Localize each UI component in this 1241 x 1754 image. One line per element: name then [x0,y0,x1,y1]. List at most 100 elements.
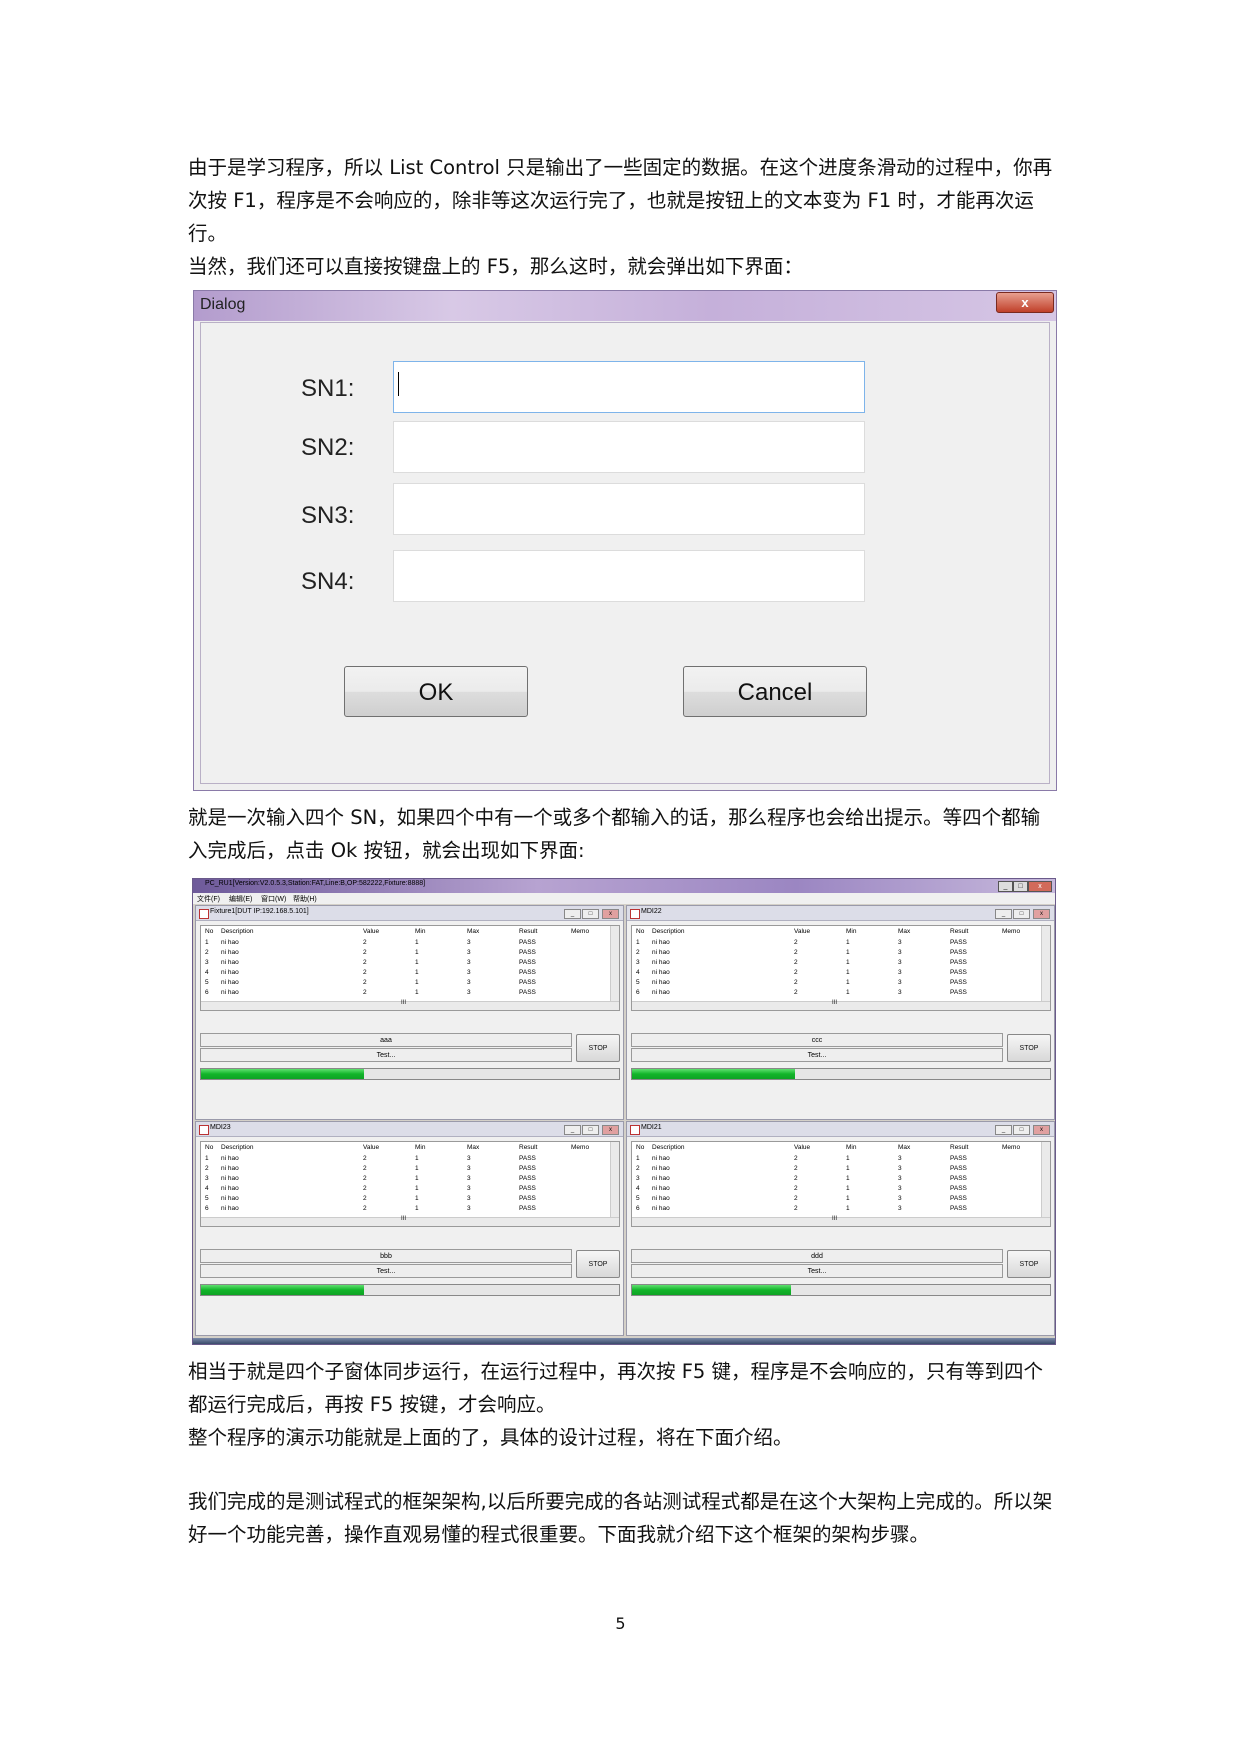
table-row[interactable]: 3 ni hao 2 1 3 PASS [632,1174,1050,1184]
table-row[interactable]: 3 ni hao 2 1 3 PASS [201,1174,619,1184]
menu-window[interactable]: 窗口(W) [261,894,286,904]
vertical-scrollbar[interactable] [610,926,619,1002]
column-header[interactable]: Result [950,927,968,937]
column-header[interactable]: Memo [1002,1143,1020,1153]
table-row[interactable]: 5 ni hao 2 1 3 PASS [201,1194,619,1204]
column-header[interactable]: Min [846,927,856,937]
table-row[interactable]: 4 ni hao 2 1 3 PASS [201,1184,619,1194]
result-list[interactable]: No Description Value Min Max Result Memo 1 ni ha… [631,925,1051,1011]
table-row[interactable]: 4 ni hao 2 1 3 PASS [201,968,619,978]
column-header[interactable]: Result [950,1143,968,1153]
menu-edit[interactable]: 编辑(E) [229,894,252,904]
table-row[interactable]: 2 ni hao 2 1 3 PASS [632,948,1050,958]
table-row[interactable]: 4 ni hao 2 1 3 PASS [632,1184,1050,1194]
maximize-icon[interactable]: □ [1013,881,1028,892]
restore-icon[interactable]: □ [582,909,599,919]
column-header[interactable]: Description [221,927,254,937]
table-row[interactable]: 5 ni hao 2 1 3 PASS [632,978,1050,988]
menu-file[interactable]: 文件(F) [197,894,220,904]
table-row[interactable]: 3 ni hao 2 1 3 PASS [201,958,619,968]
table-cell: ni hao [652,1205,670,1212]
column-header[interactable]: No [636,927,644,937]
stop-button[interactable]: STOP [1007,1034,1051,1062]
column-header[interactable]: Memo [571,927,589,937]
table-row[interactable]: 2 ni hao 2 1 3 PASS [201,948,619,958]
vertical-scrollbar[interactable] [1041,1142,1050,1218]
sn2-input[interactable] [393,421,865,473]
column-header[interactable]: Min [846,1143,856,1153]
table-row[interactable]: 1 ni hao 2 1 3 PASS [201,938,619,948]
column-header[interactable]: Max [898,1143,910,1153]
table-row[interactable]: 1 ni hao 2 1 3 PASS [632,938,1050,948]
stop-button[interactable]: STOP [1007,1250,1051,1278]
horizontal-scrollbar[interactable]: III [632,1216,1050,1226]
column-header[interactable]: Memo [571,1143,589,1153]
table-row[interactable]: 6 ni hao 2 1 3 PASS [201,1204,619,1214]
sn1-input[interactable] [393,361,865,413]
table-row[interactable]: 6 ni hao 2 1 3 PASS [632,988,1050,998]
column-header[interactable]: Value [363,927,379,937]
table-row[interactable]: 4 ni hao 2 1 3 PASS [632,968,1050,978]
column-header[interactable]: No [205,1143,213,1153]
mdi-child-window[interactable]: MDI22 _ □ x No Description Value Min Max Result Me… [626,905,1055,1120]
table-row[interactable]: 5 ni hao 2 1 3 PASS [201,978,619,988]
column-header[interactable]: No [205,927,213,937]
restore-icon[interactable]: □ [582,1125,599,1135]
mdi-child-window[interactable]: MDI21 _ □ x No Description Value Min Max Result Me… [626,1121,1055,1336]
mdi-child-window[interactable]: MDI23 _ □ x No Description Value Min Max Result Me… [195,1121,624,1336]
close-icon[interactable]: x [602,1125,619,1135]
column-header[interactable]: Max [467,1143,479,1153]
sn3-input[interactable] [393,483,865,535]
column-header[interactable]: Value [794,1143,810,1153]
result-list[interactable]: No Description Value Min Max Result Memo 1 ni ha… [631,1141,1051,1227]
ok-button[interactable]: OK [344,666,528,717]
cancel-button[interactable]: Cancel [683,666,867,717]
stop-button[interactable]: STOP [576,1034,620,1062]
column-header[interactable]: Value [363,1143,379,1153]
column-header[interactable]: Description [221,1143,254,1153]
column-header[interactable]: No [636,1143,644,1153]
column-header[interactable]: Min [415,1143,425,1153]
table-cell: 3 [898,1195,902,1202]
table-row[interactable]: 1 ni hao 2 1 3 PASS [201,1154,619,1164]
minimize-icon[interactable]: _ [998,881,1013,892]
column-header[interactable]: Result [519,927,537,937]
close-icon[interactable]: x [1028,881,1052,892]
table-row[interactable]: 1 ni hao 2 1 3 PASS [632,1154,1050,1164]
horizontal-scrollbar[interactable]: III [632,1000,1050,1010]
minimize-icon[interactable]: _ [564,1125,581,1135]
close-icon[interactable]: x [1033,1125,1050,1135]
horizontal-scrollbar[interactable]: III [201,1000,619,1010]
table-row[interactable]: 6 ni hao 2 1 3 PASS [632,1204,1050,1214]
restore-icon[interactable]: □ [1013,909,1030,919]
column-header[interactable]: Value [794,927,810,937]
table-row[interactable]: 3 ni hao 2 1 3 PASS [632,958,1050,968]
table-row[interactable]: 2 ni hao 2 1 3 PASS [201,1164,619,1174]
column-header[interactable]: Description [652,1143,685,1153]
close-icon[interactable]: x [602,909,619,919]
column-header[interactable]: Description [652,927,685,937]
vertical-scrollbar[interactable] [1041,926,1050,1002]
table-row[interactable]: 6 ni hao 2 1 3 PASS [201,988,619,998]
table-row[interactable]: 2 ni hao 2 1 3 PASS [632,1164,1050,1174]
horizontal-scrollbar[interactable]: III [201,1216,619,1226]
vertical-scrollbar[interactable] [610,1142,619,1218]
column-header[interactable]: Min [415,927,425,937]
mdi-child-window[interactable]: Fixture1[DUT IP:192.168.5.101] _ □ x No Descr… [195,905,624,1120]
column-header[interactable]: Result [519,1143,537,1153]
table-row[interactable]: 5 ni hao 2 1 3 PASS [632,1194,1050,1204]
column-header[interactable]: Max [898,927,910,937]
sn4-input[interactable] [393,550,865,602]
column-header[interactable]: Memo [1002,927,1020,937]
menu-help[interactable]: 帮助(H) [293,894,317,904]
result-list[interactable]: No Description Value Min Max Result Memo 1 ni ha… [200,925,620,1011]
restore-icon[interactable]: □ [1013,1125,1030,1135]
close-icon[interactable]: x [996,292,1054,313]
stop-button[interactable]: STOP [576,1250,620,1278]
column-header[interactable]: Max [467,927,479,937]
minimize-icon[interactable]: _ [564,909,581,919]
result-list[interactable]: No Description Value Min Max Result Memo 1 ni ha… [200,1141,620,1227]
close-icon[interactable]: x [1033,909,1050,919]
minimize-icon[interactable]: _ [995,909,1012,919]
minimize-icon[interactable]: _ [995,1125,1012,1135]
